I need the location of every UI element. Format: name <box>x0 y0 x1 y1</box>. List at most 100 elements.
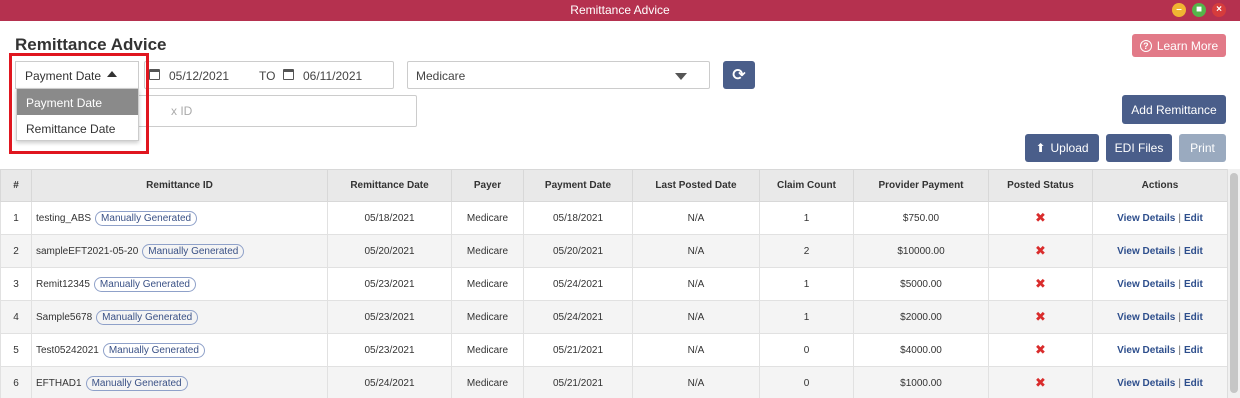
maximize-icon[interactable]: ■ <box>1192 3 1206 17</box>
table-scrollbar[interactable] <box>1227 169 1240 398</box>
col-posted-status[interactable]: Posted Status <box>988 169 1093 202</box>
view-details-link[interactable]: View Details <box>1117 312 1175 323</box>
view-details-link[interactable]: View Details <box>1117 213 1175 224</box>
remittance-table: # Remittance ID Remittance Date Payer Pa… <box>0 169 1228 398</box>
posted-status: ✖ <box>988 234 1093 268</box>
calendar-icon[interactable] <box>149 69 160 80</box>
chevron-down-icon <box>675 73 687 80</box>
row-number: 3 <box>0 267 32 301</box>
from-date-input[interactable]: 05/12/2021 <box>169 69 229 83</box>
col-provider-payment[interactable]: Provider Payment <box>853 169 989 202</box>
col-claim-count[interactable]: Claim Count <box>759 169 854 202</box>
calendar-icon[interactable] <box>283 69 294 80</box>
upload-button[interactable]: ⬆ Upload <box>1025 134 1099 162</box>
col-payment-date[interactable]: Payment Date <box>523 169 633 202</box>
close-icon[interactable]: × <box>1212 3 1226 17</box>
manually-generated-badge: Manually Generated <box>85 375 188 391</box>
last-posted-date: N/A <box>632 234 760 268</box>
refresh-button[interactable]: ⟳ <box>723 61 755 89</box>
remittance-id: testing_ABS <box>36 212 92 224</box>
minimize-icon[interactable]: – <box>1172 3 1186 17</box>
view-details-link[interactable]: View Details <box>1117 279 1175 290</box>
add-remittance-button[interactable]: Add Remittance <box>1122 95 1226 124</box>
manually-generated-badge: Manually Generated <box>142 243 245 259</box>
actions-cell: View Details | Edit <box>1092 267 1228 301</box>
provider-payment: $750.00 <box>853 201 989 235</box>
view-details-link[interactable]: View Details <box>1117 378 1175 389</box>
posted-status: ✖ <box>988 366 1093 398</box>
claim-count: 2 <box>759 234 854 268</box>
remittance-id: Test05242021 <box>36 344 99 356</box>
action-separator: | <box>1178 245 1181 257</box>
remittance-id: Remit12345 <box>36 278 90 290</box>
actions-cell: View Details | Edit <box>1092 201 1228 235</box>
payer: Medicare <box>451 267 524 301</box>
table-row: 2 sampleEFT2021-05-20 Manually Generated … <box>0 234 1228 268</box>
close-icon: ✖ <box>1035 342 1046 357</box>
last-posted-date: N/A <box>632 267 760 301</box>
col-remittance-id[interactable]: Remittance ID <box>31 169 328 202</box>
manually-generated-badge: Manually Generated <box>95 210 198 226</box>
table-row: 5 Test05242021 Manually Generated 05/23/2… <box>0 333 1228 367</box>
search-input[interactable]: x ID <box>130 95 417 127</box>
posted-status: ✖ <box>988 333 1093 367</box>
edit-link[interactable]: Edit <box>1184 378 1203 389</box>
scrollbar-thumb[interactable] <box>1230 173 1238 393</box>
highlight-box <box>9 53 149 154</box>
upload-icon: ⬆ <box>1035 141 1046 155</box>
edi-files-button[interactable]: EDI Files <box>1106 134 1172 162</box>
row-number: 2 <box>0 234 32 268</box>
window-title: Remittance Advice <box>570 3 670 17</box>
claim-count: 1 <box>759 300 854 334</box>
payer: Medicare <box>451 201 524 235</box>
row-number: 4 <box>0 300 32 334</box>
col-last-posted-date[interactable]: Last Posted Date <box>632 169 760 202</box>
remittance-date: 05/23/2021 <box>327 300 452 334</box>
edit-link[interactable]: Edit <box>1184 279 1203 290</box>
close-icon: ✖ <box>1035 210 1046 225</box>
action-separator: | <box>1178 377 1181 389</box>
payment-date: 05/20/2021 <box>523 234 633 268</box>
posted-status: ✖ <box>988 267 1093 301</box>
col-actions: Actions <box>1092 169 1228 202</box>
last-posted-date: N/A <box>632 300 760 334</box>
manually-generated-badge: Manually Generated <box>96 309 199 325</box>
last-posted-date: N/A <box>632 366 760 398</box>
claim-count: 1 <box>759 267 854 301</box>
remittance-id: Sample5678 <box>36 311 93 323</box>
view-details-link[interactable]: View Details <box>1117 246 1175 257</box>
table-header: # Remittance ID Remittance Date Payer Pa… <box>0 169 1228 202</box>
payer-select-value: Medicare <box>416 69 466 83</box>
learn-more-button[interactable]: ? Learn More <box>1132 34 1226 57</box>
edit-link[interactable]: Edit <box>1184 213 1203 224</box>
manually-generated-badge: Manually Generated <box>93 276 196 292</box>
provider-payment: $10000.00 <box>853 234 989 268</box>
payment-date: 05/21/2021 <box>523 333 633 367</box>
last-posted-date: N/A <box>632 333 760 367</box>
payer-select[interactable]: Medicare <box>407 61 710 89</box>
claim-count: 0 <box>759 366 854 398</box>
to-label: TO <box>259 69 276 83</box>
remittance-date: 05/20/2021 <box>327 234 452 268</box>
view-details-link[interactable]: View Details <box>1117 345 1175 356</box>
col-number[interactable]: # <box>0 169 32 202</box>
actions-cell: View Details | Edit <box>1092 333 1228 367</box>
row-number: 5 <box>0 333 32 367</box>
table-row: 3 Remit12345 Manually Generated 05/23/202… <box>0 267 1228 301</box>
close-icon: ✖ <box>1035 243 1046 258</box>
col-remittance-date[interactable]: Remittance Date <box>327 169 452 202</box>
table-row: 1 testing_ABS Manually Generated 05/18/20… <box>0 201 1228 235</box>
provider-payment: $1000.00 <box>853 366 989 398</box>
edit-link[interactable]: Edit <box>1184 312 1203 323</box>
actions-cell: View Details | Edit <box>1092 234 1228 268</box>
to-date-input[interactable]: 06/11/2021 <box>303 69 362 83</box>
action-separator: | <box>1178 344 1181 356</box>
col-payer[interactable]: Payer <box>451 169 524 202</box>
print-button[interactable]: Print <box>1179 134 1226 162</box>
remittance-id-cell: Test05242021 Manually Generated <box>31 333 328 367</box>
edit-link[interactable]: Edit <box>1184 246 1203 257</box>
window-titlebar: Remittance Advice – ■ × <box>0 0 1240 21</box>
payment-date: 05/24/2021 <box>523 300 633 334</box>
edit-link[interactable]: Edit <box>1184 345 1203 356</box>
upload-label: Upload <box>1050 141 1089 155</box>
